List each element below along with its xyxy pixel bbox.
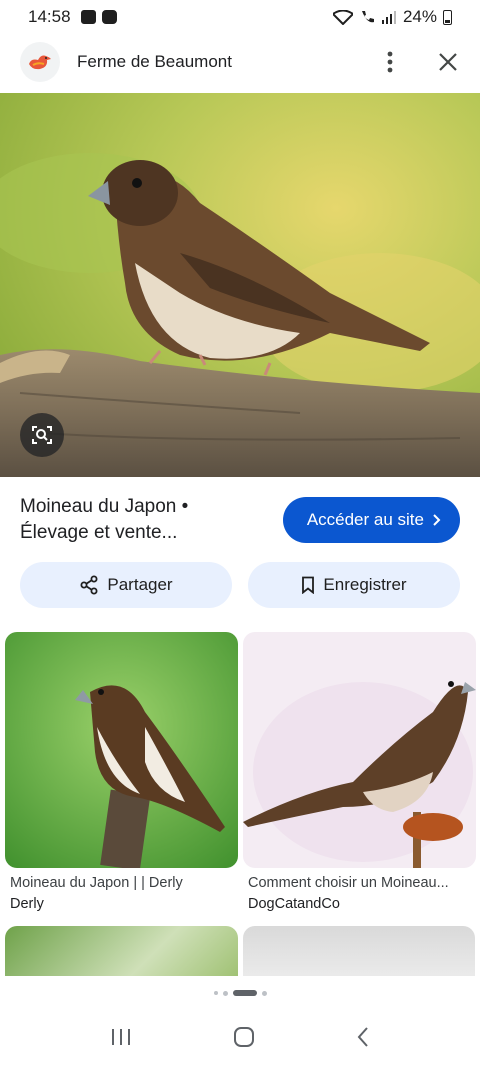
result-info: Moineau du Japon • Élevage et vente... A… [0,490,480,550]
page-dot-active [232,990,257,996]
save-button[interactable]: Enregistrer [248,562,460,608]
status-right: 24% [332,7,452,27]
related-results: Moineau du Japon | | Derly Derly Comment… [5,632,476,912]
battery-percent: 24% [402,7,437,26]
duck-logo-icon [20,42,60,82]
share-button[interactable]: Partager [20,562,232,608]
battery-icon [443,9,452,25]
system-nav-bar [0,1010,480,1069]
related-next-row [5,926,475,976]
share-label: Partager [107,575,173,594]
wifi-icon [332,9,353,25]
gallery-notification-icon [80,10,96,24]
recent-apps-icon[interactable] [110,1027,132,1052]
lens-icon[interactable] [20,413,64,457]
related-caption: Moineau du Japon | | Derly [10,875,183,891]
related-source: DogCatandCo [248,896,340,912]
wifi-call-icon [361,10,374,22]
page-indicator [0,976,480,1010]
app-notification-icon [101,10,117,24]
save-label: Enregistrer [323,575,407,594]
status-bar: 14:58 24% [0,0,480,34]
header: Ferme de Beaumont [0,34,480,90]
related-image[interactable] [243,632,476,868]
back-icon[interactable] [356,1026,370,1053]
more-vert-icon[interactable] [378,50,402,74]
notification-icons [80,10,117,24]
main-image[interactable] [0,93,480,477]
site-title: Ferme de Beaumont [77,52,232,71]
visit-site-label: Accéder au site [306,510,424,529]
status-time: 14:58 [28,7,71,26]
related-card[interactable]: Comment choisir un Moineau... DogCatandC… [243,632,476,912]
page-dot [261,990,267,996]
visit-site-button[interactable]: Accéder au site [282,497,460,543]
share-icon [80,575,98,595]
related-image[interactable] [5,926,238,976]
page-dot [213,991,218,995]
chevron-right-icon [433,514,441,526]
related-image[interactable] [5,632,238,868]
signal-icon [381,11,396,24]
related-image[interactable] [242,926,475,976]
related-card[interactable]: Moineau du Japon | | Derly Derly [5,632,238,912]
related-caption: Comment choisir un Moineau... [248,875,449,891]
page-dot [222,990,228,996]
close-icon[interactable] [436,50,460,74]
result-title[interactable]: Moineau du Japon • Élevage et vente... [20,494,260,546]
related-source: Derly [10,896,44,912]
bookmark-icon [302,576,315,594]
header-actions [378,50,460,74]
home-icon[interactable] [233,1026,255,1053]
action-buttons: Partager Enregistrer [20,562,460,608]
